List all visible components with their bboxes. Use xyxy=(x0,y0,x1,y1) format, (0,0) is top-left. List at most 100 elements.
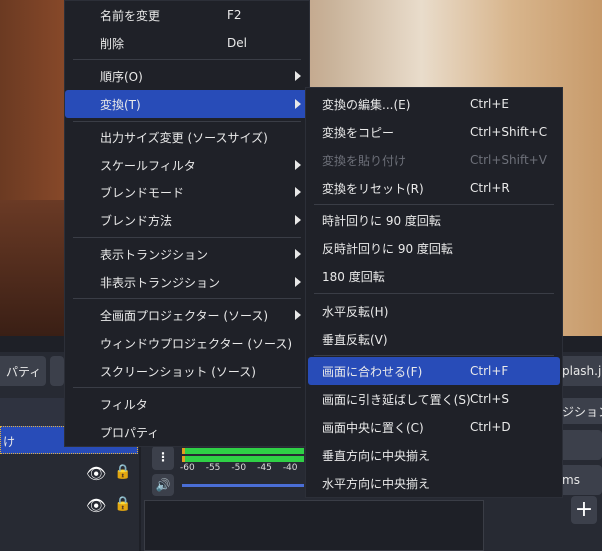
menu-item[interactable]: 反時計回りに 90 度回転 xyxy=(308,234,560,262)
menu-item-label: 画面中央に置く(C) xyxy=(322,420,424,435)
menu-item-label: 削除 xyxy=(100,36,125,51)
menu-item[interactable]: 変換の編集...(E) Ctrl+E xyxy=(308,90,560,118)
bottom-panel xyxy=(144,500,484,551)
menu-item[interactable]: 垂直方向に中央揃え xyxy=(308,441,560,469)
menu-item-label: 変換をリセット(R) xyxy=(322,181,424,196)
menu-item[interactable]: ウィンドウプロジェクター (ソース) xyxy=(65,329,309,357)
menu-item[interactable]: 画面に引き延ばして置く(S) Ctrl+S xyxy=(308,385,560,413)
filters-button[interactable] xyxy=(50,356,64,386)
mixer-menu-icon[interactable]: ⋮ xyxy=(152,446,174,470)
menu-separator xyxy=(314,204,554,205)
lock-icon[interactable]: 🔒 xyxy=(114,496,131,512)
menu-item[interactable]: 変換(T) xyxy=(65,90,309,118)
shortcut-label: Ctrl+E xyxy=(470,97,509,111)
add-icon[interactable]: + xyxy=(571,496,597,524)
menu-item-label: プロパティ xyxy=(100,425,160,440)
menu-item-label: 時計回りに 90 度回転 xyxy=(322,213,441,228)
menu-item-label: 全画面プロジェクター (ソース) xyxy=(100,308,269,323)
menu-item-label: 垂直方向に中央揃え xyxy=(322,448,431,463)
menu-item-label: 順序(O) xyxy=(100,69,143,84)
menu-item-label: 変換をコピー xyxy=(322,125,395,140)
menu-item[interactable]: 垂直反転(V) xyxy=(308,325,560,353)
menu-separator xyxy=(73,121,301,122)
chevron-right-icon xyxy=(295,187,301,197)
menu-item-label: 非表示トランジション xyxy=(100,275,221,290)
lock-icon[interactable]: 🔒 xyxy=(114,464,131,480)
transition-label: ジション xyxy=(562,404,602,419)
menu-item[interactable]: 180 度回転 xyxy=(308,262,560,290)
menu-item-label: 名前を変更 xyxy=(100,8,161,23)
menu-item-label: 画面に引き延ばして置く(S) xyxy=(322,392,471,407)
item-label: ms xyxy=(562,473,580,487)
properties-button[interactable]: パティ xyxy=(0,356,46,386)
transform-submenu: 変換の編集...(E) Ctrl+E 変換をコピー Ctrl+Shift+C 変換を貼り… xyxy=(305,87,563,498)
menu-item[interactable]: 非表示トランジション xyxy=(65,268,309,296)
menu-item-label: スクリーンショット (ソース) xyxy=(100,364,256,379)
shortcut-label: Del xyxy=(227,36,247,50)
menu-item-label: 表示トランジション xyxy=(100,247,209,262)
menu-item[interactable]: 出力サイズ変更 (ソースサイズ) xyxy=(65,123,309,151)
menu-item[interactable]: 画面に合わせる(F) Ctrl+F xyxy=(308,357,560,385)
meter-ticks: -60 -55 -50 -45 -40 xyxy=(180,463,298,473)
shortcut-label: F2 xyxy=(227,8,242,22)
menu-separator xyxy=(314,293,554,294)
menu-item[interactable]: プロパティ xyxy=(65,418,309,446)
menu-item[interactable]: スケールフィルタ xyxy=(65,151,309,179)
menu-item-label: 水平反転(H) xyxy=(322,304,389,319)
volume-meter xyxy=(182,456,304,462)
chevron-right-icon xyxy=(295,249,301,259)
menu-item[interactable]: ブレンドモード xyxy=(65,178,309,206)
menu-separator xyxy=(73,387,301,388)
eye-icon[interactable]: 👁 xyxy=(86,496,106,515)
menu-item[interactable]: スクリーンショット (ソース) xyxy=(65,357,309,385)
menu-item-label: 水平方向に中央揃え xyxy=(322,476,431,491)
menu-separator xyxy=(314,355,554,356)
context-menu: 名前を変更 F2 削除 Del 順序(O) 変換(T) 出力サイズ変更 (ソースサイズ) スケ… xyxy=(64,0,310,447)
menu-item[interactable]: 水平方向に中央揃え xyxy=(308,469,560,497)
menu-item-label: 変換を貼り付け xyxy=(322,153,407,168)
menu-item-label: 画面に合わせる(F) xyxy=(322,364,423,379)
menu-item-label: 垂直反転(V) xyxy=(322,332,388,347)
menu-item[interactable]: 時計回りに 90 度回転 xyxy=(308,206,560,234)
tick: -55 xyxy=(205,463,221,473)
volume-slider[interactable] xyxy=(182,484,304,487)
menu-item-label: ブレンドモード xyxy=(100,185,185,200)
menu-item[interactable]: 全画面プロジェクター (ソース) xyxy=(65,301,309,329)
properties-label: パティ xyxy=(6,364,42,379)
menu-item-label: 変換の編集...(E) xyxy=(322,97,411,112)
menu-item[interactable]: 名前を変更 F2 xyxy=(65,1,309,29)
speaker-icon[interactable]: 🔊 xyxy=(152,474,174,496)
menu-item-label: スケールフィルタ xyxy=(100,158,196,173)
shortcut-label: Ctrl+S xyxy=(470,392,510,406)
menu-item[interactable]: 変換をリセット(R) Ctrl+R xyxy=(308,174,560,202)
menu-item[interactable]: 表示トランジション xyxy=(65,240,309,268)
eye-icon[interactable]: 👁 xyxy=(86,464,106,483)
menu-separator xyxy=(73,59,301,60)
menu-item-label: 出力サイズ変更 (ソースサイズ) xyxy=(100,130,268,145)
menu-item-label: フィルタ xyxy=(100,397,148,412)
menu-item-label: 変換(T) xyxy=(100,97,141,112)
menu-item-label: ブレンド方法 xyxy=(100,213,173,228)
menu-item[interactable]: 順序(O) xyxy=(65,62,309,90)
source-name: plash.jp xyxy=(562,364,602,378)
menu-item[interactable]: 水平反転(H) xyxy=(308,297,560,325)
menu-item-label: ウィンドウプロジェクター (ソース) xyxy=(100,336,293,351)
menu-item-label: 180 度回転 xyxy=(322,269,385,284)
tick: -50 xyxy=(231,463,247,473)
tick: -45 xyxy=(257,463,272,473)
menu-separator xyxy=(73,237,301,238)
shortcut-label: Ctrl+Shift+C xyxy=(470,125,548,139)
menu-item[interactable]: 画面中央に置く(C) Ctrl+D xyxy=(308,413,560,441)
menu-item[interactable]: フィルタ xyxy=(65,390,309,418)
chevron-right-icon xyxy=(295,310,301,320)
chevron-right-icon xyxy=(295,215,301,225)
menu-item[interactable]: 変換をコピー Ctrl+Shift+C xyxy=(308,118,560,146)
chevron-right-icon xyxy=(295,277,301,287)
chevron-right-icon xyxy=(295,99,301,109)
source-label: け xyxy=(3,435,16,449)
volume-meter xyxy=(182,448,304,454)
menu-item-label: 反時計回りに 90 度回転 xyxy=(322,241,453,256)
menu-item[interactable]: ブレンド方法 xyxy=(65,206,309,234)
menu-item[interactable]: 削除 Del xyxy=(65,29,309,57)
tick: -60 xyxy=(180,463,195,473)
